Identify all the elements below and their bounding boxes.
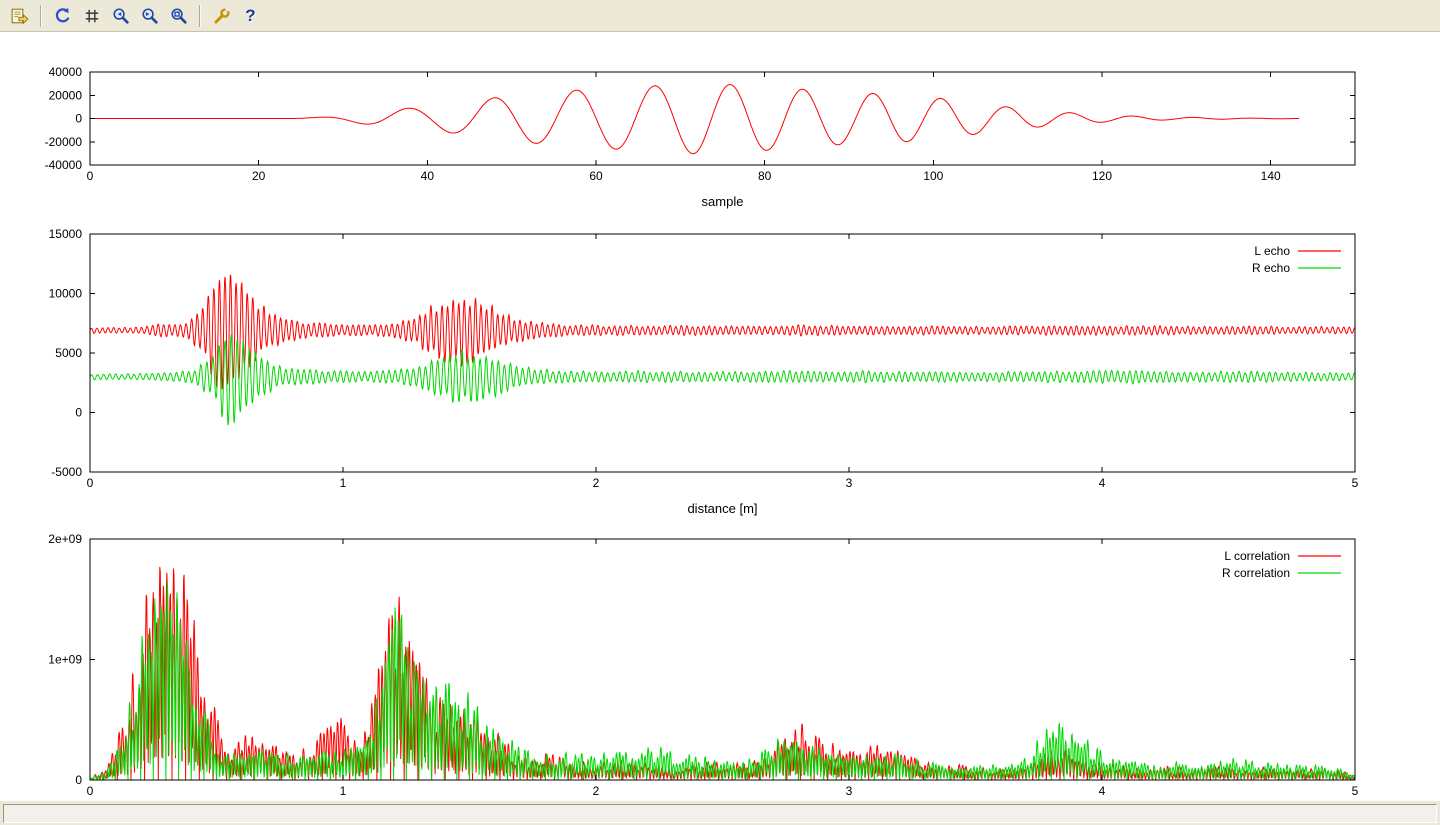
zoom-previous-icon [112,7,130,25]
svg-text:1: 1 [340,476,347,490]
toggle-grid-button[interactable] [78,2,105,29]
svg-text:-40000: -40000 [45,158,83,172]
replot-icon [54,7,72,25]
svg-text:5: 5 [1352,476,1359,490]
svg-text:2: 2 [593,476,600,490]
svg-text:1e+09: 1e+09 [48,653,82,667]
configure-button[interactable] [208,2,235,29]
svg-text:3: 3 [846,784,853,798]
svg-text:4: 4 [1099,784,1106,798]
toolbar-separator [199,5,201,27]
svg-text:20: 20 [252,169,266,183]
replot-button[interactable] [49,2,76,29]
autoscale-button[interactable] [165,2,192,29]
svg-text:100: 100 [923,169,943,183]
svg-text:-5000: -5000 [51,465,82,479]
svg-text:3: 3 [846,476,853,490]
svg-text:120: 120 [1092,169,1112,183]
svg-text:80: 80 [758,169,772,183]
svg-text:60: 60 [589,169,603,183]
svg-text:R correlation: R correlation [1222,566,1290,580]
gnuplot-window: ? 020406080100120140-40000-2000002000040… [0,0,1440,825]
grid-icon [83,7,101,25]
help-button[interactable]: ? [237,2,264,29]
svg-text:2e+09: 2e+09 [48,532,82,546]
wrench-icon [213,7,231,25]
svg-text:2: 2 [593,784,600,798]
toolbar-separator [40,5,42,27]
svg-text:0: 0 [75,773,82,787]
autoscale-icon [170,7,188,25]
svg-text:40000: 40000 [49,65,83,79]
svg-text:0: 0 [75,406,82,420]
export-button[interactable] [6,2,33,29]
zoom-previous-button[interactable] [107,2,134,29]
status-bar [0,800,1440,825]
svg-text:20000: 20000 [49,88,83,102]
svg-text:15000: 15000 [49,227,83,241]
export-icon [11,7,29,25]
svg-text:0: 0 [87,476,94,490]
plot-canvas[interactable]: 020406080100120140-40000-200000200004000… [0,32,1440,800]
svg-text:-20000: -20000 [45,135,83,149]
svg-text:0: 0 [87,169,94,183]
svg-text:sample: sample [702,194,744,209]
svg-text:5: 5 [1352,784,1359,798]
svg-text:40: 40 [421,169,435,183]
svg-text:1: 1 [340,784,347,798]
svg-text:10000: 10000 [49,287,83,301]
status-text [3,804,1437,823]
svg-text:4: 4 [1099,476,1106,490]
svg-text:0: 0 [75,112,82,126]
svg-text:0: 0 [87,784,94,798]
svg-text:R echo: R echo [1252,261,1290,275]
svg-text:L correlation: L correlation [1224,549,1290,563]
svg-text:distance [m]: distance [m] [687,501,757,516]
svg-text:140: 140 [1261,169,1281,183]
toolbar: ? [0,0,1440,32]
zoom-next-icon [141,7,159,25]
svg-text:L echo: L echo [1254,244,1290,258]
help-icon: ? [245,7,255,24]
zoom-next-button[interactable] [136,2,163,29]
svg-text:5000: 5000 [55,346,82,360]
